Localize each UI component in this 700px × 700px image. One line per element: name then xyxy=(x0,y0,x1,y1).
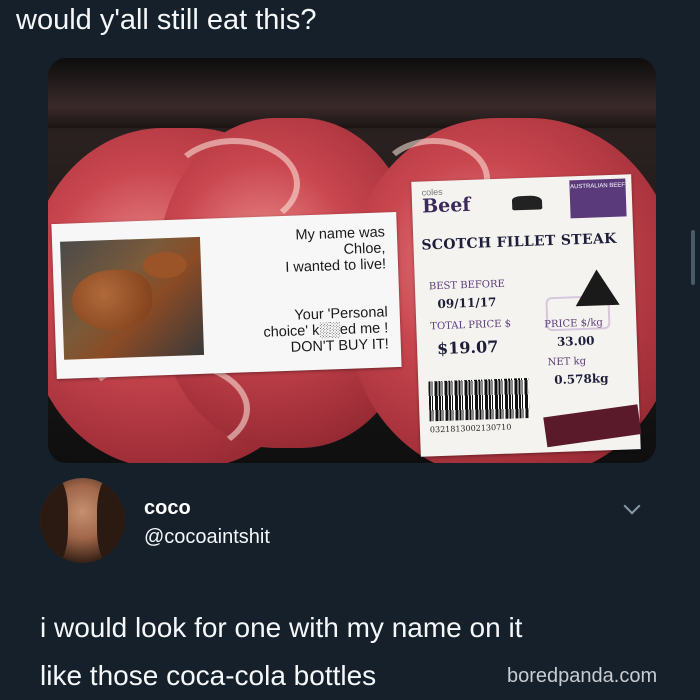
watermark: boredpanda.com xyxy=(507,665,658,687)
label-line: DON'T BUY IT! xyxy=(290,336,390,356)
avatar[interactable] xyxy=(40,478,125,563)
chevron-down-icon[interactable] xyxy=(623,497,641,515)
label-line: Chloe, xyxy=(343,240,386,258)
post-photo[interactable]: My name was Chloe, I wanted to live! You… xyxy=(48,58,656,463)
label-stripe xyxy=(543,404,642,448)
cow-photo xyxy=(60,236,205,360)
tweet-text-line: like those coca-cola bottles xyxy=(40,660,377,691)
origin-badge: AUSTRALIAN BEEF xyxy=(569,178,627,219)
avatar-hair xyxy=(97,478,125,563)
post-caption: would y'all still eat this? xyxy=(16,4,317,36)
product-name: SCOTCH FILLET STEAK xyxy=(421,230,617,254)
scrollbar[interactable] xyxy=(691,230,695,285)
triangle-logo-icon xyxy=(574,268,620,307)
cow-head xyxy=(71,268,154,332)
label-line: I wanted to live! xyxy=(285,256,387,276)
tray-edge xyxy=(48,58,656,128)
brand-title: Beef xyxy=(421,193,471,218)
total-price-label: TOTAL PRICE $ xyxy=(430,318,512,333)
best-before-value: 09/11/17 xyxy=(437,295,497,312)
net-kg-label: NET kg xyxy=(547,355,587,369)
user-handle[interactable]: @cocoaintshit xyxy=(144,526,270,549)
price-per-kg-value: 33.00 xyxy=(556,333,595,349)
price-per-kg-label: PRICE $/kg xyxy=(544,317,604,331)
cow-ear xyxy=(142,251,188,279)
barcode-number: 0321813002130710 xyxy=(429,422,512,435)
avatar-hair xyxy=(40,478,68,563)
user-display-name[interactable]: coco xyxy=(144,497,191,520)
price-label: coles Beef AUSTRALIAN BEEF SCOTCH FILLET… xyxy=(411,174,642,457)
barcode xyxy=(428,377,530,422)
best-before-label: BEST BEFORE xyxy=(428,278,506,293)
net-kg-value: 0.578kg xyxy=(554,371,609,388)
protest-label: My name was Chloe, I wanted to live! You… xyxy=(51,212,402,379)
total-price-value: $19.07 xyxy=(436,336,499,359)
tweet-text-line: i would look for one with my name on it xyxy=(40,612,523,643)
cow-icon xyxy=(511,195,543,211)
